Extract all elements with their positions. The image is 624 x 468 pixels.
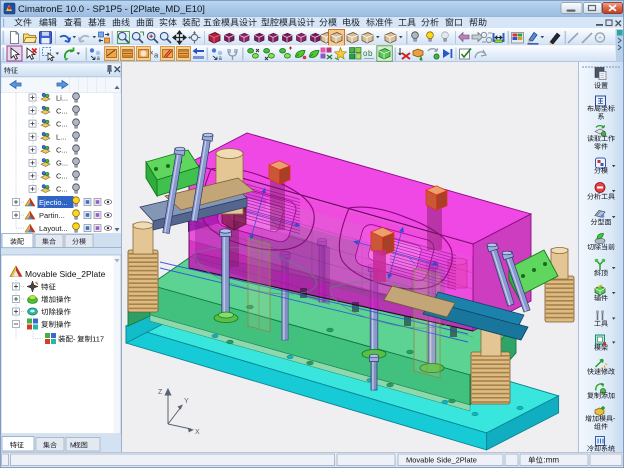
svg-text:Layout...: Layout...: [39, 224, 68, 233]
svg-text:Z: Z: [158, 389, 163, 396]
svg-text:G...: G...: [56, 159, 68, 168]
svg-text:Y: Y: [184, 398, 189, 405]
svg-text:Movable Side_2Plate: Movable Side_2Plate: [25, 269, 106, 279]
svg-text:CimatronE 10.0 - SP1P5 - [2Pla: CimatronE 10.0 - SP1P5 - [2Plate_MD_E10]: [18, 4, 205, 15]
svg-text:b: b: [368, 49, 373, 58]
svg-text:X: X: [195, 429, 200, 436]
svg-text:C...: C...: [56, 185, 68, 194]
svg-text:Movable Side_2Plate: Movable Side_2Plate: [406, 456, 477, 465]
svg-text:Li...: Li...: [56, 93, 68, 102]
svg-text:Partin...: Partin...: [39, 211, 65, 220]
svg-text:117: 117: [92, 335, 104, 344]
svg-text:Ejectio...: Ejectio...: [39, 198, 68, 207]
svg-text:M: M: [70, 443, 76, 450]
svg-text::mm: :mm: [544, 456, 560, 465]
svg-text:C...: C...: [56, 172, 68, 181]
svg-text:C...: C...: [56, 106, 68, 115]
svg-text:C...: C...: [56, 146, 68, 155]
svg-text:C...: C...: [56, 119, 68, 128]
svg-text:L...: L...: [56, 133, 66, 142]
